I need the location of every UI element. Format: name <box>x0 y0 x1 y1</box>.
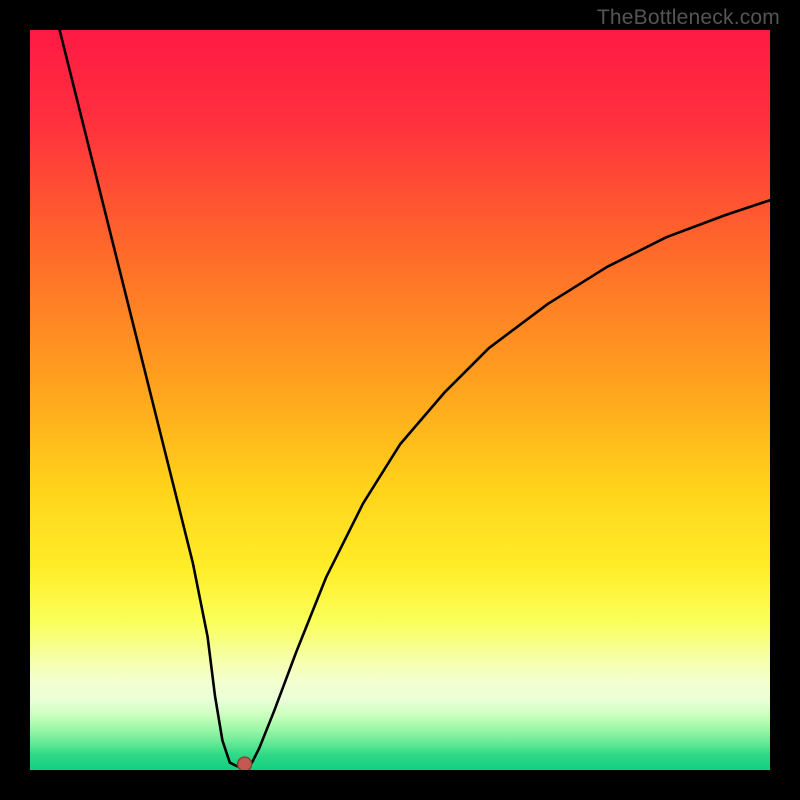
watermark-text: TheBottleneck.com <box>597 6 780 30</box>
optimal-marker <box>238 757 252 770</box>
plot-area <box>30 30 770 770</box>
curve-layer <box>30 30 770 770</box>
bottleneck-curve <box>60 30 770 766</box>
chart-frame: TheBottleneck.com <box>0 0 800 800</box>
